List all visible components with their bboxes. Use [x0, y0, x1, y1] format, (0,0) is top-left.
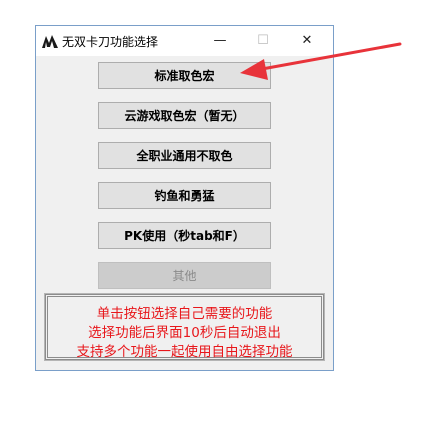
red-pointer-arrow-icon	[240, 42, 402, 80]
